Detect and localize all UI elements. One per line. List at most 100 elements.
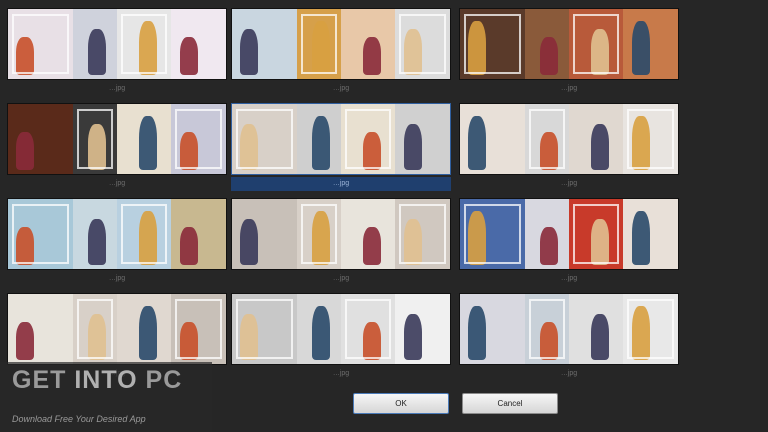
- photo-panel: [340, 9, 396, 79]
- person-figure: [88, 29, 107, 75]
- photo-panel: [395, 104, 450, 174]
- photo-panel: [297, 9, 341, 79]
- photo-panel: [171, 294, 226, 364]
- photo-panel: [73, 9, 117, 79]
- thumbnail-image: [7, 293, 227, 365]
- watermark-logo: GET INTO PC: [12, 366, 182, 395]
- album-thumbnail[interactable]: …jpg: [7, 103, 227, 193]
- album-thumbnail[interactable]: …jpg: [231, 198, 451, 288]
- photo-frame: [572, 14, 620, 74]
- photo-panel: [623, 104, 678, 174]
- photo-frame: [236, 299, 294, 359]
- thumbnail-caption: …jpg: [332, 275, 350, 282]
- photo-panel: [73, 294, 117, 364]
- album-thumbnail[interactable]: …jpg: [7, 198, 227, 288]
- person-figure: [590, 314, 609, 360]
- photo-frame: [120, 14, 168, 74]
- thumbnail-image: [459, 8, 679, 80]
- photo-frame: [301, 204, 337, 264]
- album-thumbnail[interactable]: …jpg: [231, 103, 451, 193]
- thumbnail-image: [7, 8, 227, 80]
- thumbnail-caption: …jpg: [108, 275, 126, 282]
- person-figure: [138, 306, 157, 360]
- person-figure: [138, 116, 157, 170]
- thumbnail-caption: …jpg: [231, 177, 451, 191]
- photo-panel: [623, 9, 678, 79]
- photo-panel: [340, 104, 396, 174]
- thumbnail-caption: …jpg: [560, 85, 578, 92]
- photo-panel: [171, 199, 226, 269]
- album-thumbnail[interactable]: …jpg: [231, 293, 451, 383]
- person-figure: [540, 227, 559, 265]
- photo-panel: [525, 294, 569, 364]
- photo-panel: [340, 199, 396, 269]
- photo-frame: [464, 204, 522, 264]
- cancel-button[interactable]: Cancel: [462, 393, 558, 414]
- photo-panel: [568, 9, 624, 79]
- dialog-buttons: OK Cancel: [350, 393, 610, 415]
- photo-panel: [525, 104, 569, 174]
- photo-frame: [175, 109, 222, 169]
- thumbnail-image: [231, 198, 451, 270]
- photo-frame: [120, 204, 168, 264]
- photo-panel: [395, 9, 450, 79]
- person-figure: [16, 322, 34, 360]
- person-figure: [540, 37, 559, 75]
- photo-frame: [175, 299, 222, 359]
- album-thumbnail[interactable]: …jpg: [231, 8, 451, 98]
- photo-panel: [568, 104, 624, 174]
- thumbnail-image: [459, 198, 679, 270]
- photo-frame: [12, 14, 70, 74]
- album-thumbnail[interactable]: …jpg: [459, 293, 679, 383]
- photo-frame: [344, 109, 392, 169]
- photo-panel: [8, 199, 74, 269]
- person-figure: [180, 227, 199, 265]
- photo-panel: [8, 9, 74, 79]
- album-thumbnail[interactable]: …jpg: [459, 198, 679, 288]
- photo-panel: [232, 294, 298, 364]
- person-figure: [312, 306, 331, 360]
- photo-panel: [340, 294, 396, 364]
- photo-frame: [77, 109, 113, 169]
- person-figure: [240, 29, 258, 75]
- album-picker-dialog: …jpg …jpg …jpg …jpg …jpg …jpg …jpg …jpg …jpg …jpg…: [0, 0, 768, 432]
- photo-panel: [623, 294, 678, 364]
- person-figure: [632, 211, 651, 265]
- ok-button[interactable]: OK: [353, 393, 449, 414]
- photo-panel: [568, 199, 624, 269]
- watermark-logo-suffix: PC: [137, 366, 183, 394]
- thumbnail-image: [231, 103, 451, 175]
- person-figure: [404, 314, 423, 360]
- watermark-tagline: Download Free Your Desired App: [12, 414, 146, 424]
- photo-frame: [529, 109, 565, 169]
- thumbnail-caption: …jpg: [560, 370, 578, 377]
- person-figure: [240, 219, 258, 265]
- photo-panel: [8, 104, 74, 174]
- thumbnail-image: [7, 198, 227, 270]
- person-figure: [632, 21, 651, 75]
- person-figure: [16, 132, 34, 170]
- photo-panel: [232, 104, 298, 174]
- person-figure: [362, 227, 381, 265]
- photo-panel: [8, 294, 74, 364]
- photo-frame: [627, 109, 674, 169]
- photo-panel: [297, 199, 341, 269]
- thumbnail-caption: …jpg: [108, 85, 126, 92]
- thumbnail-image: [231, 8, 451, 80]
- thumbnail-image: [459, 103, 679, 175]
- photo-panel: [116, 294, 172, 364]
- photo-panel: [171, 9, 226, 79]
- thumbnail-caption: …jpg: [560, 275, 578, 282]
- album-thumbnail[interactable]: …jpg: [459, 103, 679, 193]
- photo-panel: [116, 199, 172, 269]
- photo-frame: [12, 204, 70, 264]
- photo-panel: [568, 294, 624, 364]
- watermark-logo-into: INTO: [74, 366, 138, 394]
- thumbnail-image: [459, 293, 679, 365]
- album-thumbnail[interactable]: …jpg: [459, 8, 679, 98]
- album-thumbnail[interactable]: …jpg: [7, 8, 227, 98]
- person-figure: [468, 306, 486, 360]
- thumbnail-caption: …jpg: [332, 370, 350, 377]
- photo-panel: [232, 199, 298, 269]
- person-figure: [362, 37, 381, 75]
